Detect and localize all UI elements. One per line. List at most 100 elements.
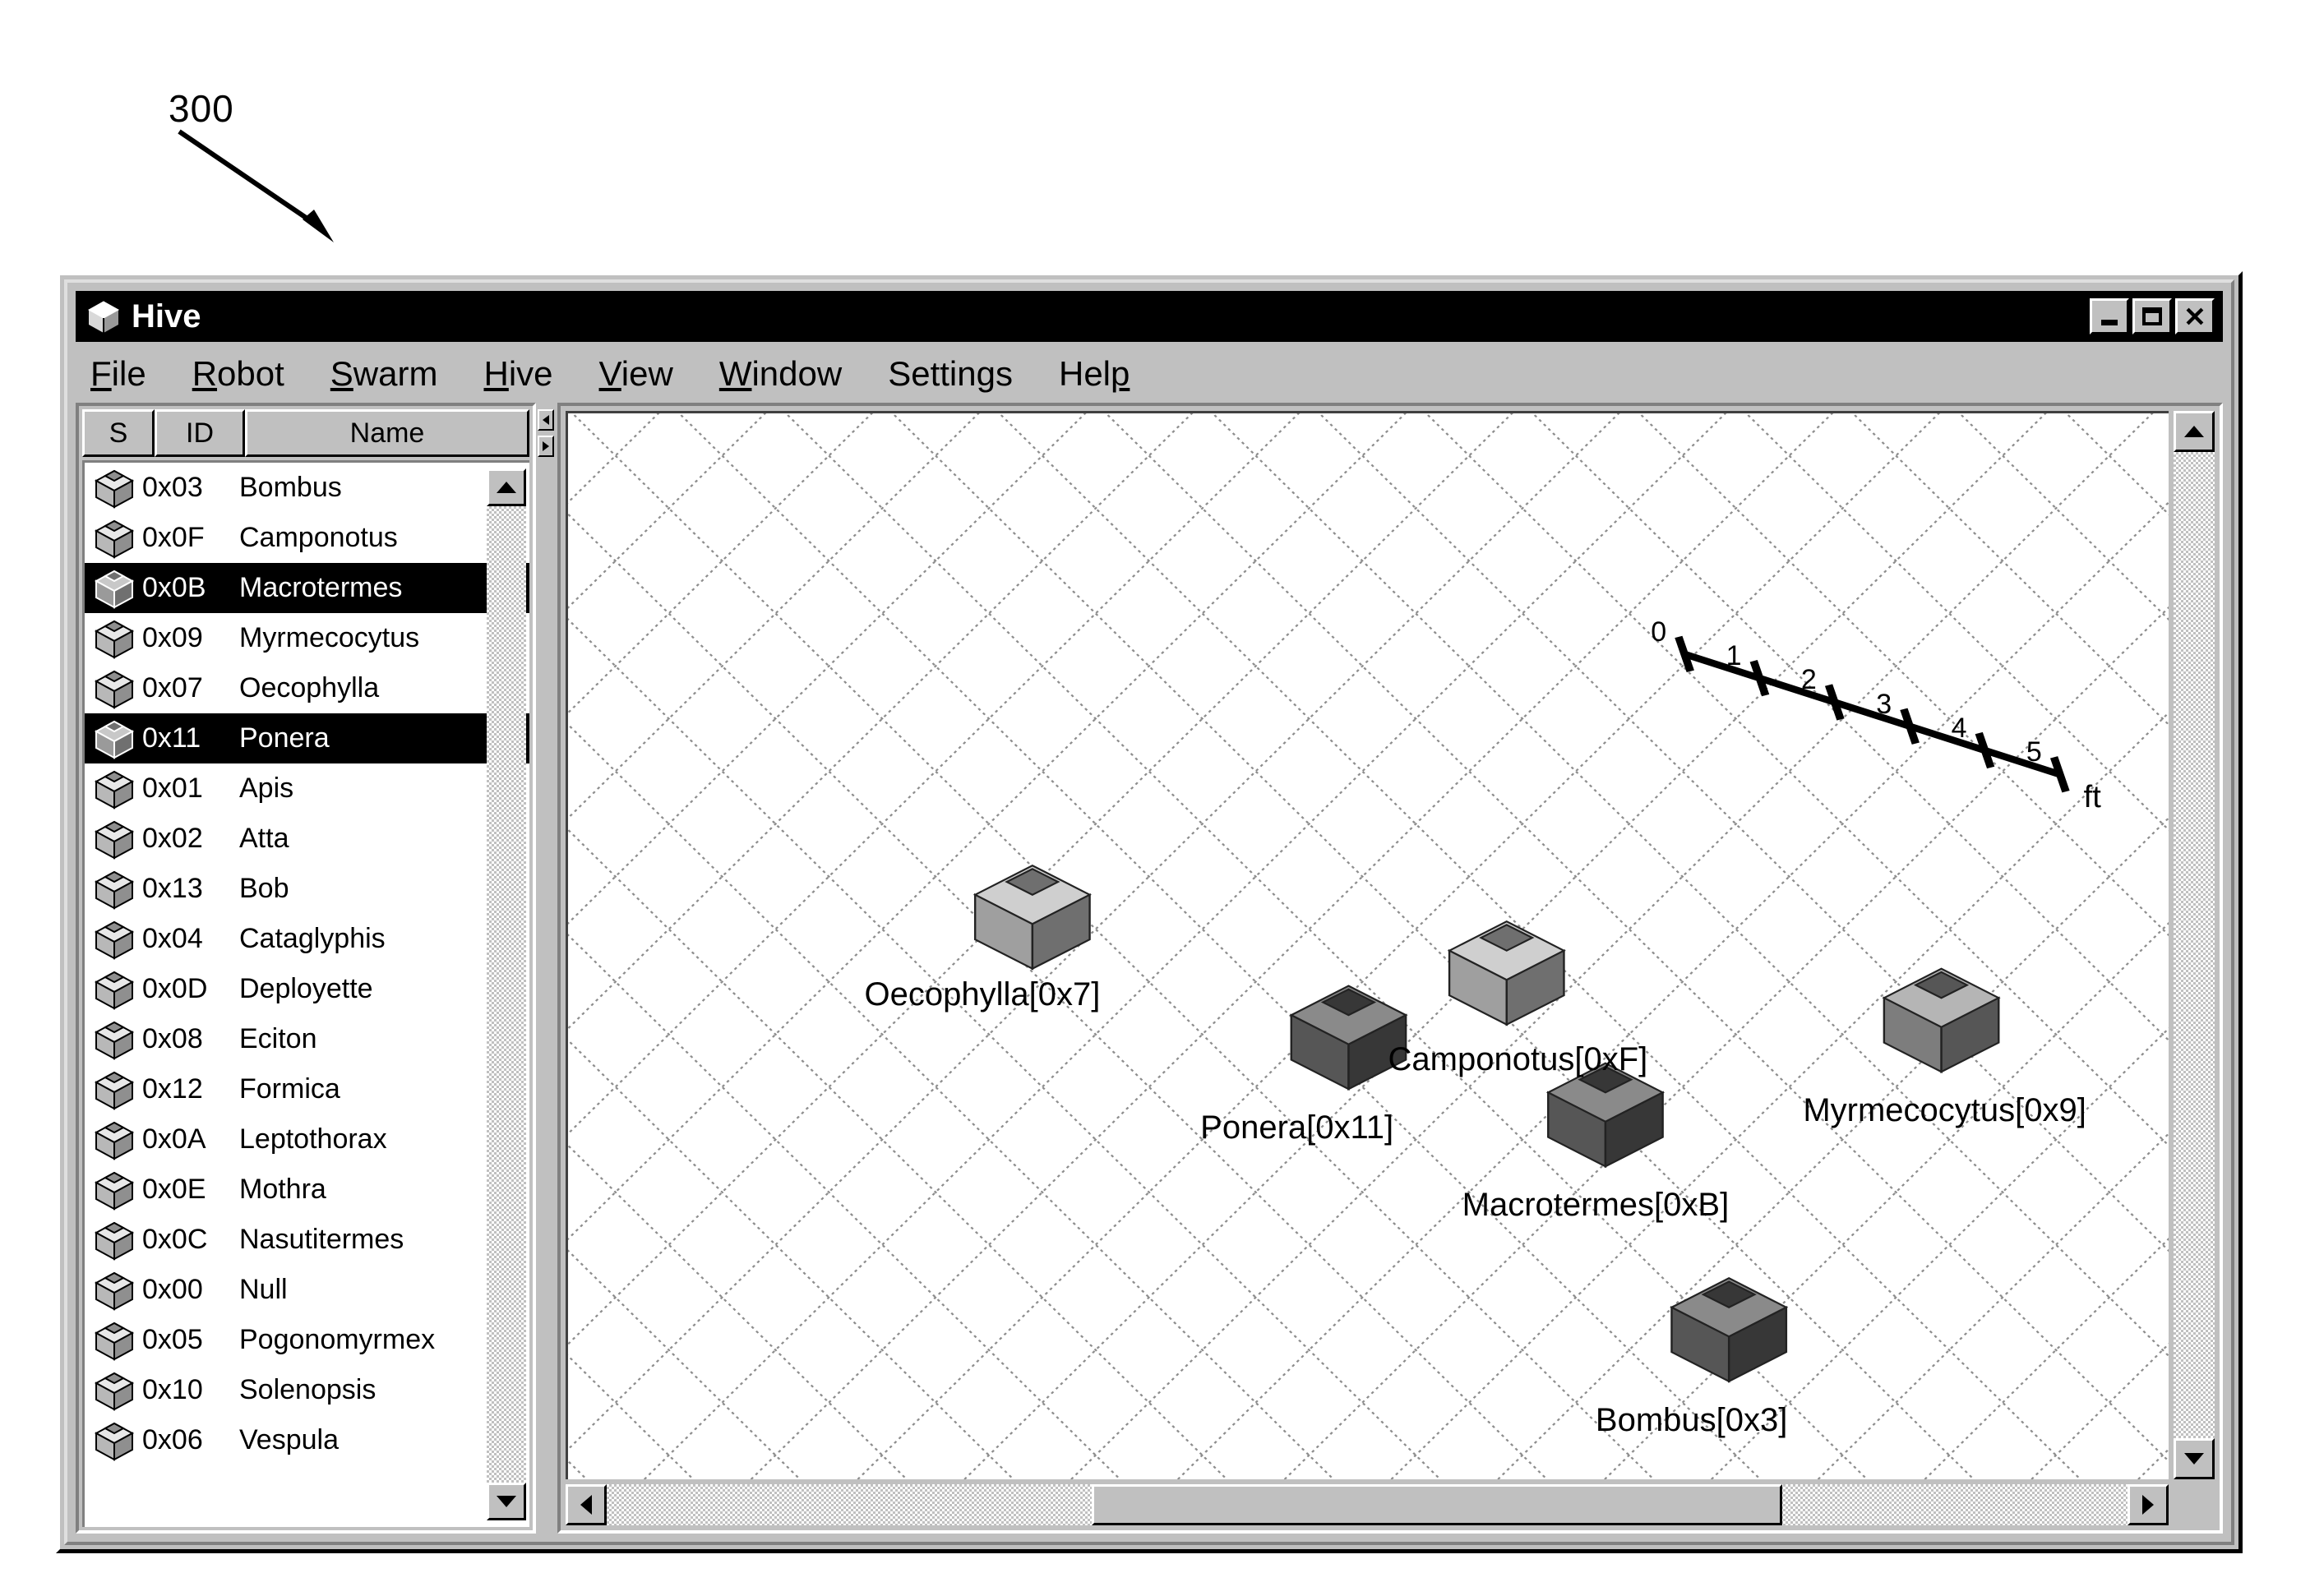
menu-item-settings[interactable]: Settings	[883, 353, 1018, 395]
robot-id: 0x0F	[142, 522, 205, 553]
menu-bar: File Robot Swarm Hive View Window Settin…	[76, 347, 2223, 401]
menu-hive-label: Hive	[483, 354, 553, 393]
list-scroll-track[interactable]	[487, 506, 526, 1483]
robot-list-vertical-scrollbar[interactable]	[487, 468, 526, 1520]
menu-item-swarm[interactable]: Swarm	[326, 353, 443, 395]
robot-viewport-label: Macrotermes[0xB]	[1462, 1187, 1730, 1224]
robot-cube-icon	[91, 616, 137, 661]
menu-item-view[interactable]: View	[594, 353, 678, 395]
viewport-robot-marker[interactable]	[1882, 967, 2001, 1074]
robot-list-body[interactable]: 0x03 Bombus 0x0F Camponotus 0x0B Macrotermes 0…	[82, 460, 529, 1527]
robot-cube-icon	[94, 1121, 135, 1160]
menu-item-robot[interactable]: Robot	[187, 353, 289, 395]
robot-cube-icon	[94, 1322, 135, 1361]
column-header-name[interactable]: Name	[245, 409, 529, 457]
chevron-left-icon	[580, 1495, 592, 1515]
robot-list-row[interactable]: 0x12 Formica	[85, 1064, 529, 1114]
robot-cube-icon	[94, 1071, 135, 1110]
figure-leader-arrow	[178, 129, 334, 242]
robot-cube-icon	[91, 717, 137, 761]
maximize-button[interactable]	[2132, 298, 2172, 334]
robot-cube-icon	[91, 767, 137, 811]
robot-list-row[interactable]: 0x0C Nasutitermes	[85, 1215, 529, 1265]
robot-id: 0x06	[142, 1424, 203, 1455]
robot-cube-icon	[91, 1118, 137, 1162]
menu-item-hive[interactable]: Hive	[478, 353, 557, 395]
list-scroll-down-button[interactable]	[487, 1483, 526, 1520]
ruler-tick-label: 2	[1800, 664, 1817, 696]
viewport-hscroll-thumb[interactable]	[1092, 1484, 1782, 1525]
robot-cube-icon	[91, 466, 137, 510]
splitter-collapse-right-button[interactable]	[538, 436, 554, 457]
robot-viewport-label: Myrmecocytus[0x9]	[1803, 1092, 2086, 1129]
chevron-left-icon	[543, 415, 549, 425]
menu-item-window[interactable]: Window	[714, 353, 847, 395]
robot-cube-icon	[91, 1368, 137, 1413]
robot-id: 0x0B	[142, 572, 206, 603]
robot-id: 0x09	[142, 622, 203, 653]
robot-list-row[interactable]: 0x03 Bombus	[85, 463, 529, 513]
figure-number: 300	[169, 87, 234, 130]
viewport-scroll-up-button[interactable]	[2174, 411, 2215, 452]
robot-list-row[interactable]: 0x09 Myrmecocytus	[85, 613, 529, 663]
viewport-robot-marker[interactable]	[1670, 1277, 1789, 1383]
viewport-robot-marker[interactable]	[1545, 1062, 1666, 1169]
robot-list-row[interactable]: 0x0A Leptothorax	[85, 1114, 529, 1165]
viewport-vertical-scrollbar[interactable]	[2174, 411, 2215, 1479]
robot-list-row[interactable]: 0x04 Cataglyphis	[85, 914, 529, 964]
ground-grid	[568, 413, 2169, 1479]
column-header-status[interactable]: S	[82, 409, 155, 457]
column-header-id[interactable]: ID	[155, 409, 245, 457]
robot-cube-icon	[94, 1372, 135, 1411]
robot-id: 0x0E	[142, 1174, 206, 1205]
close-button[interactable]: ✕	[2175, 298, 2215, 334]
viewport-vscroll-track[interactable]	[2174, 452, 2215, 1438]
robot-cube-icon	[91, 1318, 137, 1363]
list-scroll-up-button[interactable]	[487, 468, 526, 506]
viewport-scroll-down-button[interactable]	[2174, 1438, 2215, 1479]
robot-list-row[interactable]: 0x00 Null	[85, 1265, 529, 1315]
robot-list-row[interactable]: 0x10 Solenopsis	[85, 1365, 529, 1415]
robot-cube-icon	[91, 1268, 137, 1312]
viewport-scroll-left-button[interactable]	[566, 1484, 607, 1525]
viewport-horizontal-scrollbar[interactable]	[566, 1484, 2169, 1525]
chevron-up-icon	[2184, 426, 2204, 437]
robot-list-row[interactable]: 0x01 Apis	[85, 763, 529, 814]
maximize-icon	[2135, 301, 2169, 332]
robot-list-row[interactable]: 0x0E Mothra	[85, 1165, 529, 1215]
robot-viewport-label: Bombus[0x3]	[1595, 1401, 1788, 1438]
robot-cube-icon	[91, 867, 137, 911]
viewport-robot-marker[interactable]	[1447, 920, 1566, 1026]
robot-list-row[interactable]: 0x08 Eciton	[85, 1014, 529, 1064]
robot-id: 0x0A	[142, 1123, 206, 1155]
menu-item-help[interactable]: Help	[1054, 353, 1134, 395]
menu-robot-label: Robot	[192, 354, 284, 393]
robot-cube-icon	[91, 667, 137, 711]
robot-list-row[interactable]: 0x05 Pogonomyrmex	[85, 1315, 529, 1365]
splitter-collapse-left-button[interactable]	[538, 409, 554, 431]
robot-list-row[interactable]: 0x06 Vespula	[85, 1415, 529, 1465]
minimize-button[interactable]	[2090, 298, 2129, 334]
menu-item-file[interactable]: File	[85, 353, 151, 395]
robot-list-row[interactable]: 0x13 Bob	[85, 864, 529, 914]
robot-list-row[interactable]: 0x02 Atta	[85, 814, 529, 864]
robot-list-row[interactable]: 0x0F Camponotus	[85, 513, 529, 563]
window-title: Hive	[132, 298, 201, 334]
viewport-scene	[568, 413, 2169, 1479]
menu-file-label: File	[90, 354, 146, 393]
robot-cube-icon	[94, 1422, 135, 1461]
robot-viewport-label: Ponera[0x11]	[1200, 1109, 1394, 1146]
viewport-robot-marker[interactable]	[973, 864, 1092, 971]
robot-list-row[interactable]: 0x07 Oecophylla	[85, 663, 529, 713]
robot-cube-icon	[91, 817, 137, 861]
robot-id: 0x0D	[142, 973, 208, 1004]
robot-cube-icon	[94, 1171, 135, 1211]
panel-splitter[interactable]	[536, 403, 557, 1534]
viewport-scroll-right-button[interactable]	[2128, 1484, 2169, 1525]
robot-list-row[interactable]: 0x11 Ponera	[85, 713, 529, 763]
robot-list-row[interactable]: 0x0D Deployette	[85, 964, 529, 1014]
title-bar[interactable]: Hive ✕	[76, 291, 2223, 342]
swarm-3d-viewport[interactable]: Oecophylla[0x7] Ponera[0x11] Camponotus[0x…	[566, 411, 2169, 1479]
robot-list-row[interactable]: 0x0B Macrotermes	[85, 563, 529, 613]
chevron-right-icon	[2142, 1495, 2154, 1515]
